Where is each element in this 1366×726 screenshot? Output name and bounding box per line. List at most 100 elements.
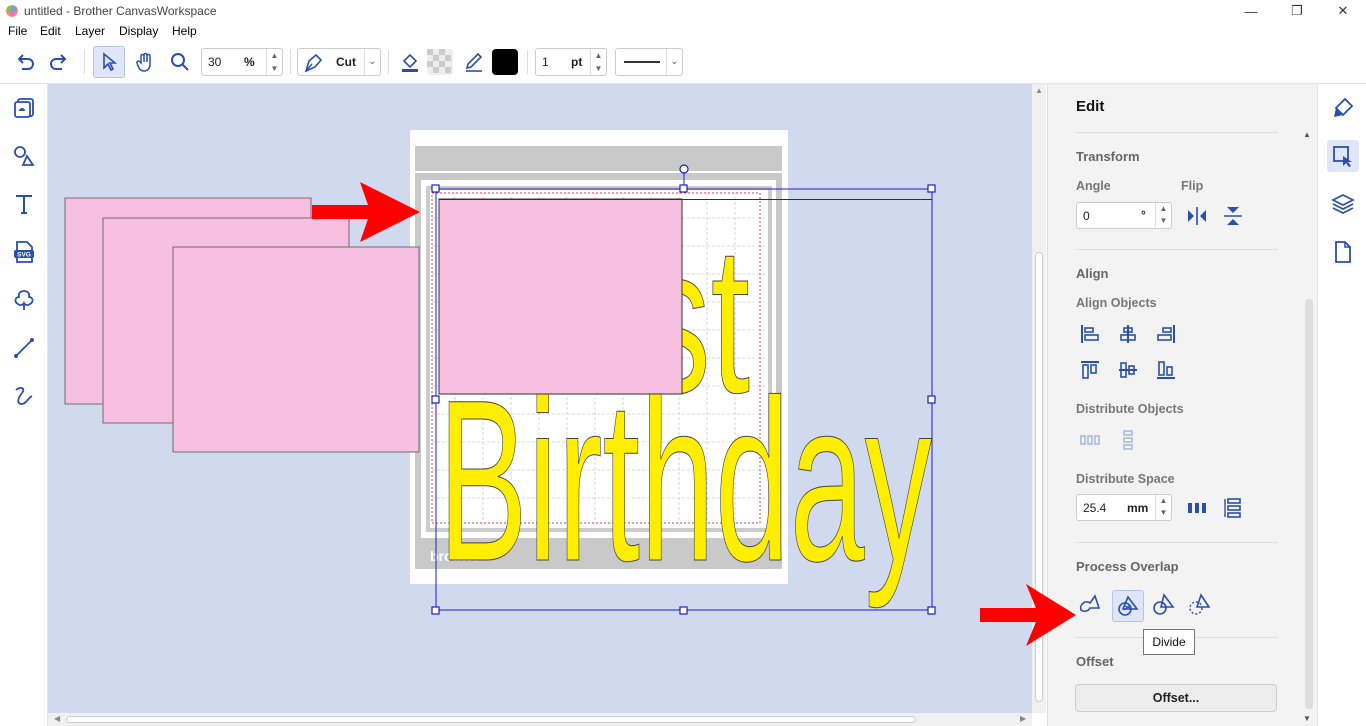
zoom-tool-button[interactable] <box>164 46 196 78</box>
flip-vertical-button[interactable] <box>1219 202 1247 230</box>
line-color-swatch[interactable] <box>489 46 521 78</box>
line-tool-button[interactable] <box>8 332 40 364</box>
align-bottom-button[interactable] <box>1152 356 1180 384</box>
align-right-button[interactable] <box>1152 320 1180 348</box>
exclude-button[interactable] <box>1186 590 1214 618</box>
zoom-stepper[interactable]: 30 % ▲ ▼ <box>201 48 283 76</box>
distribute-space-stepper[interactable]: 25.4 mm ▲ ▼ <box>1076 494 1172 521</box>
panel-scroll-thumb[interactable] <box>1305 299 1313 709</box>
menu-help[interactable]: Help <box>172 24 197 38</box>
toolbar-separator <box>527 50 528 74</box>
redo-button[interactable] <box>43 46 75 78</box>
align-left-icon <box>1081 325 1099 343</box>
fill-color-button[interactable] <box>394 46 426 78</box>
menu-layer[interactable]: Layer <box>75 24 105 38</box>
distribute-vertical-button[interactable] <box>1114 426 1142 454</box>
resize-handle[interactable] <box>431 395 440 404</box>
text-tool-button[interactable] <box>8 188 40 220</box>
undo-button[interactable] <box>9 46 41 78</box>
shape-tool-button[interactable] <box>8 140 40 172</box>
weld-button[interactable] <box>1076 590 1104 618</box>
flip-label: Flip <box>1181 179 1204 193</box>
flip-horizontal-button[interactable] <box>1183 202 1211 230</box>
pattern-tool-button[interactable] <box>8 92 40 124</box>
space-horizontal-button[interactable] <box>1183 494 1211 522</box>
space-horizontal-icon <box>1188 503 1206 513</box>
zoom-value: 30 <box>208 55 222 69</box>
select-tool-button[interactable] <box>93 46 125 78</box>
offset-button[interactable]: Offset... <box>1075 684 1277 712</box>
angle-value: 0 <box>1083 209 1090 223</box>
angle-spinner-arrows[interactable]: ▲ ▼ <box>1155 203 1171 228</box>
toolbar-separator <box>290 50 291 74</box>
space-unit: mm <box>1127 501 1149 515</box>
intersect-icon <box>1153 593 1175 615</box>
resize-handle[interactable] <box>431 184 440 193</box>
freehand-tool-button[interactable] <box>8 380 40 412</box>
resize-handle[interactable] <box>927 606 936 615</box>
line-color-button[interactable] <box>458 46 490 78</box>
line-width-spinner-arrows[interactable]: ▲ ▼ <box>590 49 606 75</box>
canvas-artwork: brother st Birthday <box>64 130 936 615</box>
solid-line-preview <box>624 61 660 63</box>
restore-button[interactable]: ❐ <box>1274 0 1320 22</box>
fill-transparent-swatch[interactable] <box>424 46 456 78</box>
pink-rectangle-selected[interactable] <box>438 198 683 395</box>
tab-edit[interactable] <box>1327 140 1359 172</box>
distribute-horizontal-button[interactable] <box>1076 426 1104 454</box>
scroll-left-arrow[interactable]: ◀ <box>54 714 60 723</box>
resize-handle[interactable] <box>679 184 688 193</box>
space-spinner-arrows[interactable]: ▲ ▼ <box>1155 495 1171 520</box>
align-top-icon <box>1081 361 1099 379</box>
resize-handle[interactable] <box>927 395 936 404</box>
svg-import-button[interactable]: SVG <box>8 236 40 268</box>
close-button[interactable]: ✕ <box>1320 0 1366 22</box>
intersect-button[interactable] <box>1150 590 1178 618</box>
panel-scroll-down-arrow[interactable]: ▼ <box>1303 714 1311 723</box>
align-top-button[interactable] <box>1076 356 1104 384</box>
outline-tool-button[interactable] <box>8 284 40 316</box>
hand-tool-button[interactable] <box>129 46 161 78</box>
pink-rectangle-3[interactable] <box>172 246 420 453</box>
hand-icon <box>136 52 151 72</box>
zoom-unit: % <box>244 55 255 69</box>
scroll-up-arrow[interactable]: ▲ <box>1035 86 1043 95</box>
tab-layers[interactable] <box>1327 188 1359 220</box>
scroll-right-arrow[interactable]: ▶ <box>1020 714 1026 723</box>
design-canvas[interactable]: brother st Birthday <box>48 84 1032 713</box>
menu-display[interactable]: Display <box>119 24 158 38</box>
line-style-dropdown[interactable]: ⌄ <box>615 48 683 76</box>
angle-unit: ° <box>1141 208 1146 222</box>
align-middle-button[interactable] <box>1114 356 1142 384</box>
divide-button[interactable] <box>1112 590 1144 622</box>
mode-dropdown[interactable]: Cut ⌄ <box>297 48 381 76</box>
resize-handle[interactable] <box>431 606 440 615</box>
minimize-button[interactable]: — <box>1228 0 1274 22</box>
distribute-vertical-icon <box>1123 430 1133 450</box>
angle-stepper[interactable]: 0 ° ▲ ▼ <box>1076 202 1172 229</box>
menu-edit[interactable]: Edit <box>40 24 61 38</box>
align-center-button[interactable] <box>1114 320 1142 348</box>
distribute-objects-label: Distribute Objects <box>1076 402 1184 416</box>
window-title: untitled - Brother CanvasWorkspace <box>24 4 217 18</box>
panel-scroll-up-arrow[interactable]: ▲ <box>1303 130 1311 139</box>
align-right-icon <box>1157 325 1175 343</box>
align-bottom-icon <box>1157 361 1175 379</box>
align-left-button[interactable] <box>1076 320 1104 348</box>
horizontal-scroll-thumb[interactable] <box>66 716 916 723</box>
line-width-stepper[interactable]: 1 pt ▲ ▼ <box>535 48 607 76</box>
space-vertical-button[interactable] <box>1219 494 1247 522</box>
tab-page[interactable] <box>1327 236 1359 268</box>
divide-tooltip: Divide <box>1143 629 1195 655</box>
tab-fill-stroke[interactable] <box>1327 92 1359 124</box>
edit-select-icon <box>1333 146 1352 167</box>
exclude-icon <box>1189 593 1211 615</box>
resize-handle[interactable] <box>927 184 936 193</box>
horizontal-scrollbar[interactable]: ◀ ▶ <box>48 713 1032 726</box>
flip-vertical-icon <box>1224 207 1242 225</box>
rotate-handle[interactable] <box>679 164 689 174</box>
resize-handle[interactable] <box>679 606 688 615</box>
zoom-spinner-arrows[interactable]: ▲ ▼ <box>266 49 282 75</box>
chevron-down-icon: ⌄ <box>364 49 380 75</box>
menu-file[interactable]: File <box>8 24 27 38</box>
